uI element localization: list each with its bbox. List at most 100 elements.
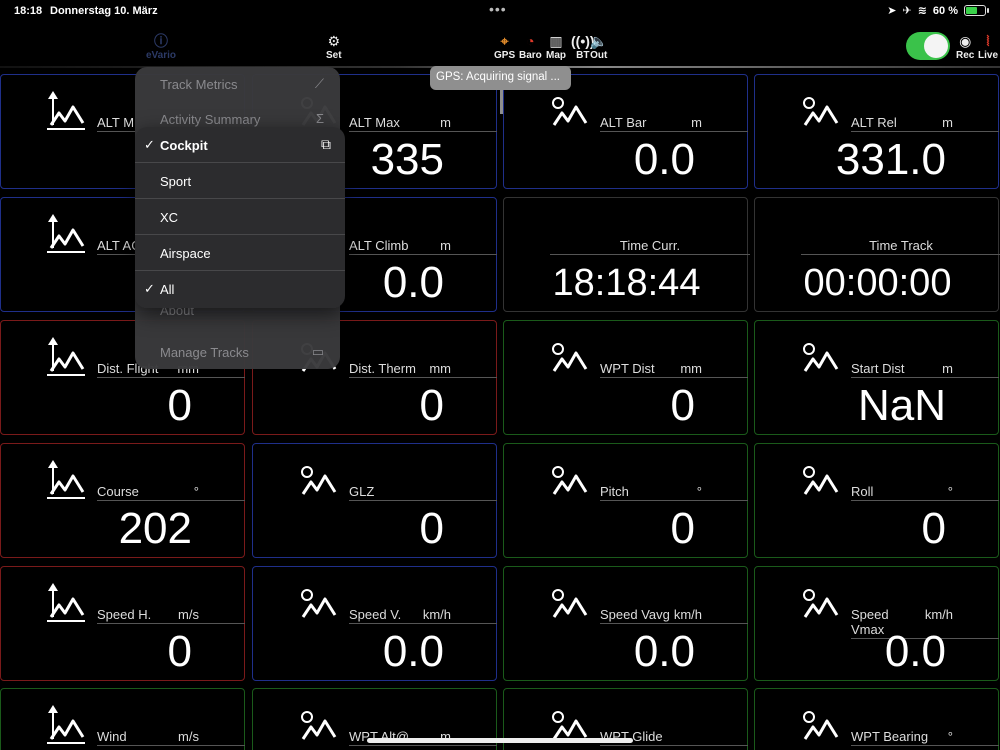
tile-label-text: ALT Max <box>349 115 400 130</box>
instrument-tile[interactable]: GLZ 0 <box>252 443 497 558</box>
tile-value: 0.0 <box>382 627 444 676</box>
instrument-icon <box>45 703 87 747</box>
tile-label: Time Curr. <box>550 238 750 255</box>
instrument-tile[interactable]: Speed V. km/h 0.0 <box>252 566 497 681</box>
tile-value: 0 <box>167 381 192 430</box>
tile-unit: ° <box>947 729 953 744</box>
instrument-icon <box>45 89 87 133</box>
instrument-icon <box>799 335 841 379</box>
tile-unit: m/s <box>178 729 199 744</box>
instrument-icon <box>799 89 841 133</box>
instrument-tile[interactable]: Time Curr. 18:18:44 <box>503 197 750 312</box>
instrument-icon <box>548 335 590 379</box>
gps-button[interactable]: ⌖ GPS <box>494 32 515 61</box>
tile-label: ALT Climb m <box>349 238 497 255</box>
tile-label-text: ALT Climb <box>349 238 409 253</box>
home-indicator[interactable] <box>367 738 633 743</box>
instrument-tile[interactable]: WPT Bearing ° <box>754 688 999 750</box>
tile-label-text: Dist. Therm <box>349 361 416 376</box>
toolbar: ⓘ eVario ⚙ Set ⌖ GPS ◔ Baro ▥ Map ((•)) … <box>0 26 1000 66</box>
instrument-tile[interactable]: Pitch ° 0 <box>503 443 748 558</box>
status-date: Donnerstag 10. März <box>50 5 158 17</box>
submenu-item-sport[interactable]: Sport <box>135 163 345 199</box>
tile-unit: m <box>440 115 451 130</box>
tile-value: 0 <box>167 627 192 676</box>
tile-label: GLZ <box>349 484 497 501</box>
tile-label-text: ALT M <box>97 115 135 130</box>
instrument-tile[interactable]: Wind m/s <box>0 688 245 750</box>
submenu-item-label: XC <box>160 210 179 225</box>
tile-value: 0.0 <box>382 258 444 307</box>
baro-button[interactable]: ◔ Baro <box>519 32 542 61</box>
tile-label-text: Start Dist <box>851 361 905 376</box>
baro-label: Baro <box>519 50 542 61</box>
submenu-item-all[interactable]: ✓ All <box>135 271 345 307</box>
tile-label: Course ° <box>97 484 245 501</box>
record-toggle[interactable] <box>906 32 950 60</box>
tile-unit: km/h <box>673 607 702 622</box>
checkmark-icon: ✓ <box>144 137 155 152</box>
tile-value: 0 <box>419 381 444 430</box>
set-label: Set <box>326 50 342 61</box>
tile-value: 0 <box>921 504 946 553</box>
set-button[interactable]: ⚙ Set <box>326 32 342 61</box>
menu-item-track-metrics[interactable]: Track Metrics <box>160 77 238 92</box>
instrument-tile[interactable]: WPT Dist mm 0 <box>503 320 748 435</box>
menu-item-manage-tracks[interactable]: Manage Tracks <box>160 345 249 360</box>
tile-unit: m/s <box>178 607 199 622</box>
tile-label: ALT Bar m <box>600 115 748 132</box>
tile-unit: km/h <box>422 607 451 622</box>
out-label: Out <box>590 50 608 61</box>
submenu-item-cockpit[interactable]: ✓ Cockpit ⧉ <box>135 127 345 163</box>
tile-value: 0.0 <box>884 627 946 676</box>
tile-value: 0 <box>670 504 695 553</box>
live-button[interactable]: ⦚ Live <box>978 32 998 61</box>
instrument-icon <box>799 458 841 502</box>
gps-label: GPS <box>494 50 516 61</box>
instrument-icon <box>45 212 87 256</box>
evario-button[interactable]: ⓘ eVario <box>146 32 176 61</box>
tile-label-text: Wind <box>97 729 127 744</box>
tile-value: 0 <box>670 381 695 430</box>
instrument-tile[interactable]: Speed H. m/s 0 <box>0 566 245 681</box>
wifi-icon: ≋ <box>917 5 927 17</box>
instrument-icon <box>548 581 590 625</box>
tile-value: 335 <box>370 135 444 184</box>
rec-label: Rec <box>956 50 975 61</box>
tile-label: Roll ° <box>851 484 999 501</box>
instrument-icon <box>45 458 87 502</box>
rec-button[interactable]: ◉ Rec <box>956 32 974 61</box>
instrument-tile[interactable]: Time Track 00:00:00 <box>754 197 1000 312</box>
tile-label-text: WPT Dist <box>600 361 655 376</box>
tile-unit <box>702 729 748 744</box>
tile-value: 0 <box>419 504 444 553</box>
airplane-icon: ✈ <box>902 5 912 17</box>
submenu-item-airspace[interactable]: Airspace <box>135 235 345 271</box>
instrument-tile[interactable]: Speed Vmax km/h 0.0 <box>754 566 999 681</box>
instrument-tile[interactable]: Course ° 202 <box>0 443 245 558</box>
tile-label: Speed Vavg km/h <box>600 607 748 624</box>
tile-unit: ° <box>696 484 702 499</box>
tile-unit: m <box>942 115 953 130</box>
tile-label: Speed H. m/s <box>97 607 245 624</box>
menu-item-activity-summary[interactable]: Activity Summary <box>160 112 260 127</box>
status-bar: 18:18 Donnerstag 10. März ••• ➤ ✈ ≋ 60 % <box>0 0 1000 24</box>
out-button[interactable]: 🔈 Out <box>590 32 607 61</box>
submenu-item-label: All <box>160 282 175 297</box>
instrument-tile[interactable]: Speed Vavg km/h 0.0 <box>503 566 748 681</box>
instrument-tile[interactable]: Roll ° 0 <box>754 443 999 558</box>
instrument-tile[interactable]: ALT Rel m 331.0 <box>754 74 999 189</box>
gear-icon: ⚙ <box>327 33 341 49</box>
tile-value: 00:00:00 <box>803 262 952 304</box>
submenu-item-xc[interactable]: XC <box>135 199 345 235</box>
instrument-tile[interactable]: Start Dist m NaN <box>754 320 999 435</box>
chart-icon: ⟋ <box>314 76 324 91</box>
multitasking-dots[interactable]: ••• <box>489 1 507 17</box>
status-time: 18:18 <box>14 5 43 17</box>
tile-label-text: Speed Vavg <box>600 607 670 622</box>
tile-label-text: Roll <box>851 484 874 499</box>
instrument-tile[interactable]: ALT Bar m 0.0 <box>503 74 748 189</box>
toggle-knob <box>924 34 948 58</box>
map-button[interactable]: ▥ Map <box>546 32 566 61</box>
battery-icon <box>964 5 989 16</box>
